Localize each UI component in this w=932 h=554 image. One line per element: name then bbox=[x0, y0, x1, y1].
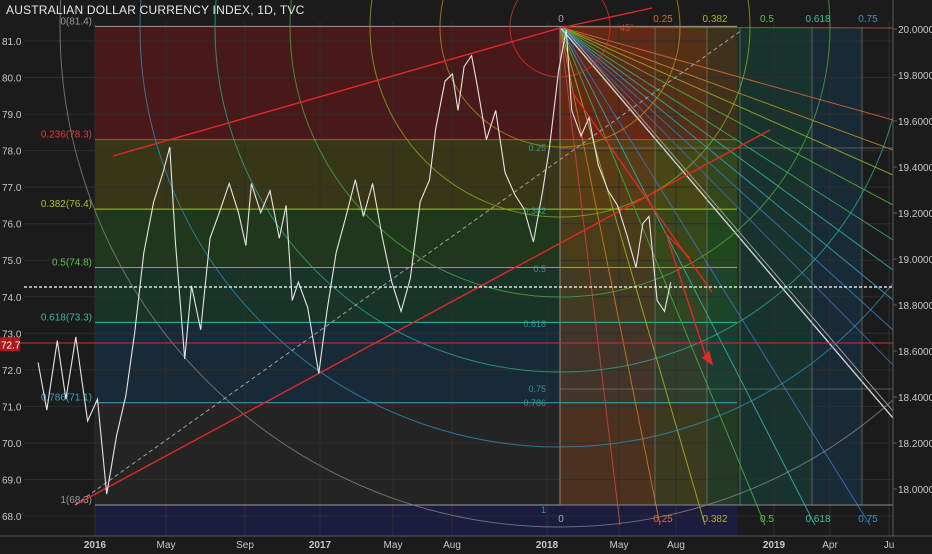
chart-root: AUSTRALIAN DOLLAR CURRENCY INDEX, 1D, TV… bbox=[0, 0, 932, 551]
current-price-label: 72.7 bbox=[1, 340, 21, 351]
left-axis-tick: 71.0 bbox=[2, 402, 22, 413]
x-axis-tick: Aug bbox=[443, 540, 461, 550]
right-axis-tick: 19.6000 bbox=[898, 117, 932, 128]
fan-inner-label: 0.618 bbox=[523, 319, 546, 329]
right-axis-tick: 18.8000 bbox=[898, 301, 932, 312]
right-axis-tick: 19.4000 bbox=[898, 163, 932, 174]
right-axis-tick: 18.0000 bbox=[898, 485, 932, 496]
chart-canvas[interactable]: 0(81.4) 0.236(78.3) 0.382(76.4) 0.5(74.8) 0.… bbox=[0, 0, 932, 551]
fib-level-label: 0.5(74.8) bbox=[52, 258, 92, 269]
gann-box-band bbox=[812, 27, 862, 505]
right-axis-tick: 18.4000 bbox=[898, 393, 932, 404]
fib-level-label: 0.382(76.4) bbox=[41, 199, 92, 210]
right-axis-tick: 18.6000 bbox=[898, 347, 932, 358]
fan-bottom-label: 0.382 bbox=[702, 514, 727, 525]
left-axis-tick: 68.0 bbox=[2, 512, 22, 523]
fan-top-label: 0.618 bbox=[805, 14, 830, 25]
left-axis-tick: 72.0 bbox=[2, 366, 22, 377]
fan-top-label: 0 bbox=[558, 14, 564, 25]
x-axis-tick: 2017 bbox=[309, 540, 332, 550]
x-axis-tick: Aug bbox=[667, 540, 685, 550]
fan-bottom-label: 0.75 bbox=[858, 514, 878, 525]
fan-angle-label: 45° bbox=[620, 23, 634, 33]
x-axis-tick: 2019 bbox=[763, 540, 786, 550]
left-axis-tick: 80.0 bbox=[2, 74, 22, 85]
right-axis-tick: 19.8000 bbox=[898, 71, 932, 82]
x-axis-tick: May bbox=[384, 540, 403, 550]
x-axis-tick: Ju bbox=[884, 540, 895, 550]
fan-bottom-label: 0.5 bbox=[760, 514, 774, 525]
fib-level-label: 0.618(73.3) bbox=[41, 312, 92, 323]
fan-top-label: 0.5 bbox=[760, 14, 774, 25]
left-axis-tick: 76.0 bbox=[2, 220, 22, 231]
x-axis-tick: Apr bbox=[822, 540, 838, 550]
right-axis-tick: 18.2000 bbox=[898, 439, 932, 450]
left-axis-tick: 79.0 bbox=[2, 110, 22, 121]
left-axis-tick: 74.0 bbox=[2, 293, 22, 304]
gann-box-band bbox=[707, 27, 740, 505]
x-axis-tick: May bbox=[157, 540, 176, 550]
chart-title: AUSTRALIAN DOLLAR CURRENCY INDEX, 1D, TV… bbox=[6, 3, 305, 17]
x-axis-tick: May bbox=[610, 540, 629, 550]
fan-bottom-label: 0 bbox=[558, 514, 564, 525]
x-axis-tick: 2018 bbox=[536, 540, 559, 550]
x-axis-tick: Sep bbox=[236, 540, 254, 550]
fan-top-label: 0.25 bbox=[653, 14, 673, 25]
fan-inner-label: 0.5 bbox=[533, 264, 546, 274]
left-axis-tick: 75.0 bbox=[2, 256, 22, 267]
left-axis-tick: 81.0 bbox=[2, 37, 22, 48]
fan-inner-label: 0.382 bbox=[523, 206, 546, 216]
fib-level-label: 0.236(78.3) bbox=[41, 130, 92, 141]
left-axis-tick: 70.0 bbox=[2, 439, 22, 450]
right-axis-bg bbox=[893, 0, 932, 550]
fan-bottom-label: 0.618 bbox=[805, 514, 830, 525]
left-axis-tick: 78.0 bbox=[2, 147, 22, 158]
fan-inner-label: 0.75 bbox=[528, 384, 546, 394]
left-axis-tick: 77.0 bbox=[2, 183, 22, 194]
fan-inner-label: 0.786 bbox=[523, 398, 546, 408]
right-axis-tick: 19.0000 bbox=[898, 255, 932, 266]
fan-bottom-label: 0.25 bbox=[653, 514, 673, 525]
fan-top-label: 0.382 bbox=[702, 14, 727, 25]
left-axis-tick: 69.0 bbox=[2, 475, 22, 486]
fib-level-label: 0(81.4) bbox=[60, 16, 92, 27]
gann-box-band bbox=[740, 27, 812, 505]
fan-inner-label: 1 bbox=[541, 505, 546, 515]
x-axis-tick: 2016 bbox=[84, 540, 107, 550]
right-axis-tick: 20.0000 bbox=[898, 25, 932, 36]
gann-box-band bbox=[655, 27, 707, 505]
fan-inner-label: 0.25 bbox=[528, 143, 546, 153]
right-axis-tick: 19.2000 bbox=[898, 209, 932, 220]
fan-top-label: 0.75 bbox=[858, 14, 878, 25]
